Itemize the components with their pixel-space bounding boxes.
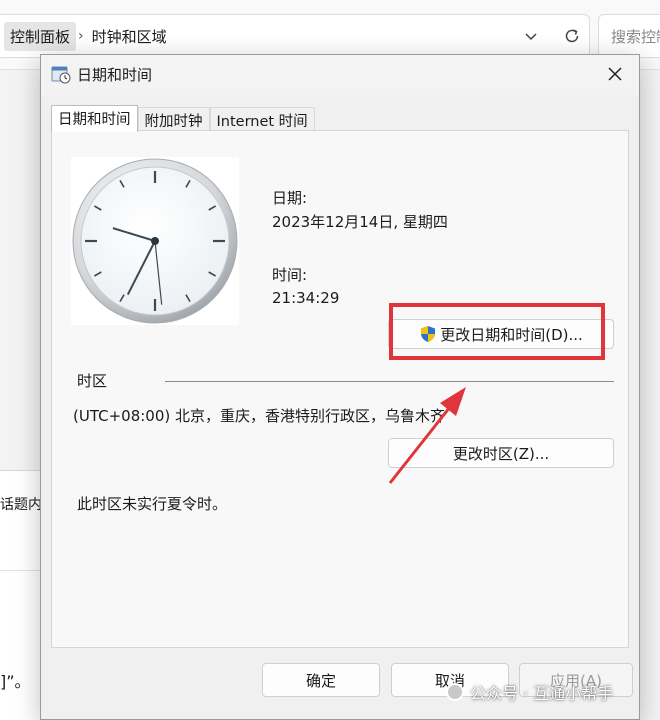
highlight-box — [389, 303, 605, 360]
background-divider — [0, 470, 40, 471]
search-input[interactable]: 搜索控制 — [598, 14, 660, 58]
red-arrow-annotation — [388, 387, 466, 484]
timezone-value: (UTC+08:00) 北京，重庆，香港特别行政区，乌鲁木齐 — [73, 407, 446, 425]
close-button[interactable] — [595, 57, 635, 91]
address-bar[interactable]: 控制面板 › 时钟和区域 — [0, 14, 590, 58]
breadcrumb-control-panel[interactable]: 控制面板 — [4, 21, 77, 51]
wechat-logo-icon — [446, 683, 464, 701]
breadcrumb-clock-region[interactable]: 时钟和区域 — [86, 26, 173, 47]
ok-button[interactable]: 确定 — [262, 663, 380, 697]
background-text: ]”。 — [0, 672, 31, 691]
tab-internet-time[interactable]: Internet 时间 — [209, 107, 315, 131]
tab-additional-clocks[interactable]: 附加时钟 — [137, 107, 210, 131]
chevron-down-icon[interactable] — [523, 28, 539, 44]
dialog-title: 日期和时间 — [77, 66, 153, 84]
time-value: 21:34:29 — [272, 289, 340, 307]
date-value: 2023年12月14日, 星期四 — [272, 213, 448, 231]
analog-clock — [71, 157, 239, 325]
watermark-text: 公众号 · 互通小帮手 — [470, 684, 614, 703]
date-time-app-icon — [51, 66, 71, 84]
tab-panel: 日期: 2023年12月14日, 星期四 时间: 21:34:29 更改日期和时… — [51, 130, 629, 648]
chevron-right-icon: › — [78, 28, 84, 44]
dialog-titlebar[interactable]: 日期和时间 — [41, 55, 639, 95]
tab-strip: 日期和时间 附加时钟 Internet 时间 — [51, 105, 315, 132]
date-label: 日期: — [272, 189, 308, 207]
background-text: 话题内 — [0, 497, 42, 513]
timezone-heading: 时区 — [77, 372, 108, 390]
refresh-icon[interactable] — [563, 27, 581, 45]
date-time-dialog: 日期和时间 日期和时间 附加时钟 Internet 时间 日期: 2023年12… — [40, 54, 640, 720]
time-label: 时间: — [272, 266, 308, 284]
dst-note: 此时区未实行夏令时。 — [77, 495, 228, 513]
watermark: 公众号 · 互通小帮手 — [446, 680, 613, 704]
background-divider — [0, 570, 40, 571]
tab-date-time[interactable]: 日期和时间 — [51, 105, 138, 132]
close-icon — [608, 67, 622, 81]
